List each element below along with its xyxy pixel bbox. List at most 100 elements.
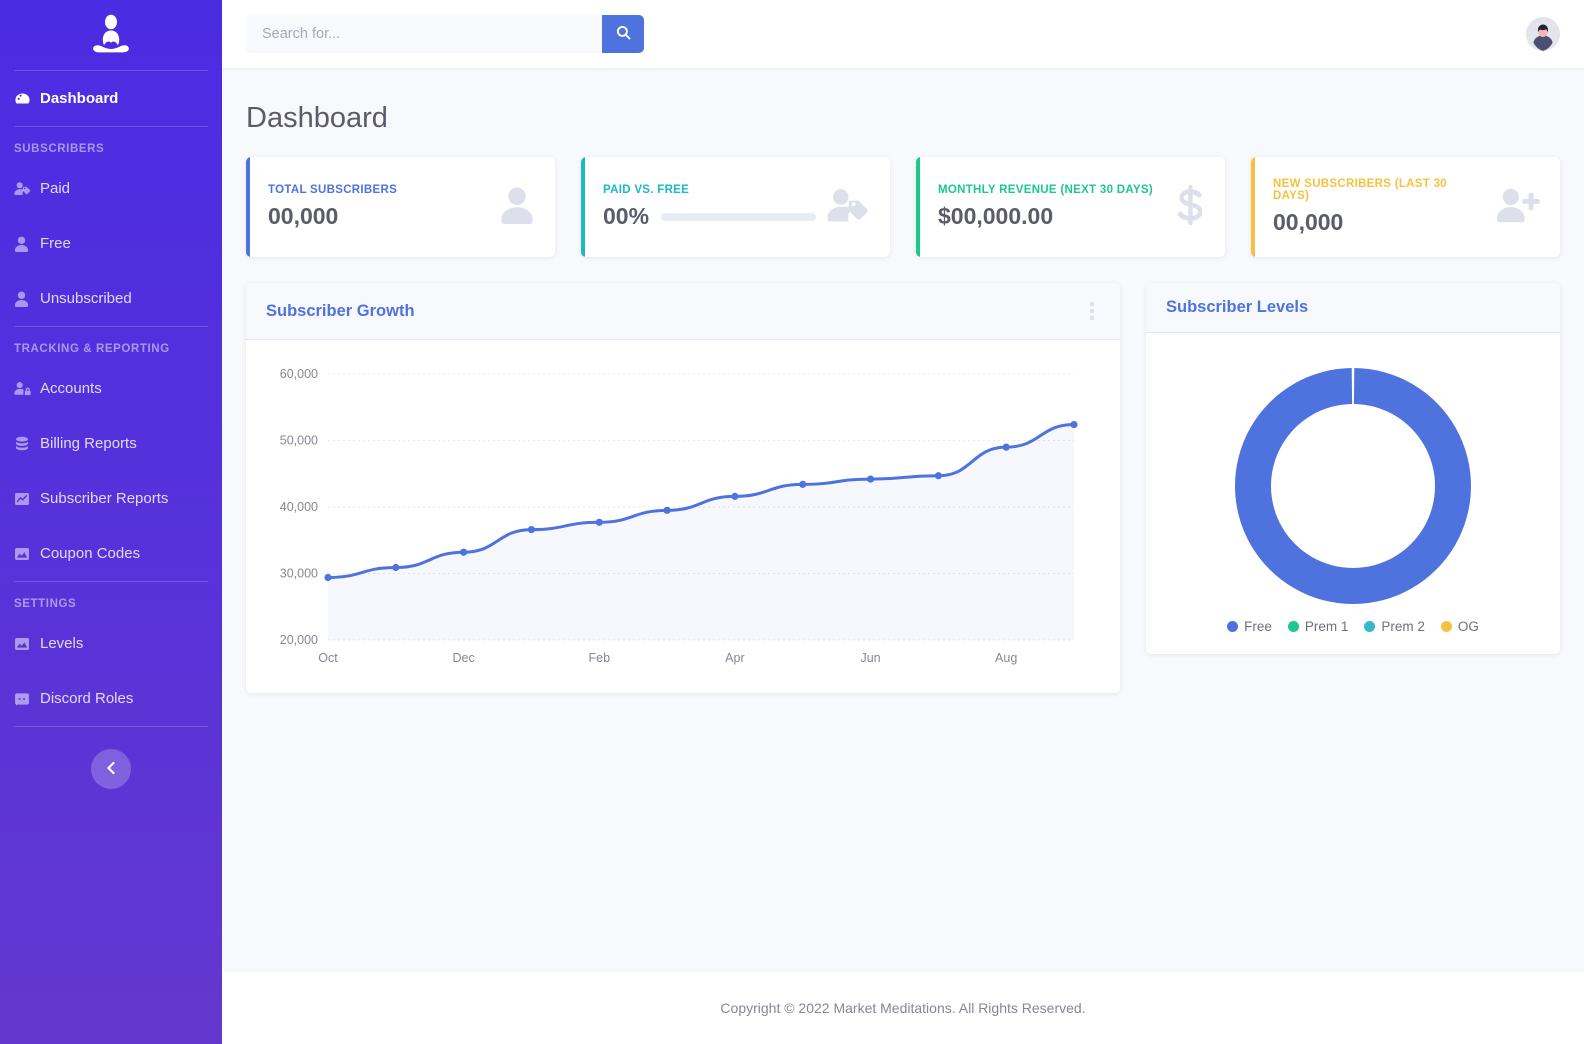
legend-label: Prem 2 [1381,619,1425,634]
svg-text:Jun: Jun [860,651,880,665]
sidebar-collapse-area [0,727,222,789]
subscriber-growth-card: Subscriber Growth 20,000 30,000 40,000 50,0… [246,283,1120,693]
search-input[interactable] [246,15,602,53]
stat-value: 00,000 [268,203,489,230]
svg-text:Dec: Dec [453,651,475,665]
chevron-left-icon [105,761,117,778]
sidebar-item-unsubscribed[interactable]: Unsubscribed [0,271,222,326]
topbar-right [1526,17,1560,51]
card-title: Subscriber Growth [266,301,415,320]
svg-text:20,000: 20,000 [280,633,318,647]
legend-color-dot [1287,621,1299,632]
user-tag-icon [14,181,40,196]
sidebar-item-coupon-codes[interactable]: Coupon Codes [0,526,222,581]
card-title: Subscriber Levels [1166,298,1309,316]
sidebar-item-label: Free [40,235,71,252]
stat-cards-row: TOTAL SUBSCRIBERS 00,000 PAID VS. FREE 0… [246,157,1560,257]
user-tag-icon [816,187,870,228]
topbar [222,0,1584,68]
legend-label: OG [1457,619,1479,634]
stat-accent-bar [581,157,585,257]
legend-item[interactable]: Prem 2 [1364,619,1425,634]
stat-accent-bar [246,157,250,257]
subscriber-levels-donut [1235,368,1471,604]
stat-number: 00,000 [268,203,339,229]
stat-card-body: MONTHLY REVENUE (NEXT 30 DAYS) $00,000.0… [916,184,1167,230]
brand-logo[interactable] [0,0,222,70]
meditating-figure-logo-icon [91,13,131,57]
legend-color-dot [1227,621,1239,632]
stat-value: 00,000 [1273,209,1486,236]
subscriber-levels-card: Subscriber Levels Free Prem 1 Prem 2 OG [1146,283,1560,654]
sidebar-heading-settings: SETTINGS [14,598,77,610]
legend-item[interactable]: OG [1440,619,1479,634]
sidebar-item-label: Accounts [40,380,102,397]
user-icon [14,236,40,252]
stat-card-body: TOTAL SUBSCRIBERS 00,000 [246,184,489,230]
sidebar-item-free[interactable]: Free [0,216,222,271]
stat-accent-bar [1251,157,1255,257]
user-icon [489,186,535,229]
card-body: Free Prem 1 Prem 2 OG [1146,333,1560,654]
chart-area-icon [14,546,40,562]
stat-card-body: PAID VS. FREE 00% [581,184,816,230]
stat-label: PAID VS. FREE [603,184,690,196]
user-lock-icon [14,381,40,396]
comment-icon [14,691,40,707]
stat-value: 00% [603,203,816,230]
sidebar-item-label: Levels [40,635,84,652]
svg-text:30,000: 30,000 [280,567,318,581]
stat-card-total-subscribers[interactable]: TOTAL SUBSCRIBERS 00,000 [246,157,555,257]
sidebar-item-label: Discord Roles [40,690,134,707]
card-header: Subscriber Growth [246,283,1120,340]
svg-text:Oct: Oct [318,651,338,665]
donut-chart-wrap [1166,349,1540,619]
subscriber-growth-chart: 20,000 30,000 40,000 50,000 60,000 Oct Dec Feb A… [280,367,1078,665]
sidebar-item-levels[interactable]: Levels [0,616,222,671]
sidebar-item-label: Coupon Codes [40,545,141,562]
sidebar-item-accounts[interactable]: Accounts [0,361,222,416]
sidebar-heading-tracking: TRACKING & REPORTING [14,343,170,355]
svg-text:60,000: 60,000 [280,367,318,381]
sidebar-item-billing-reports[interactable]: Billing Reports [0,416,222,471]
chart-area-icon [14,636,40,652]
stat-card-paid-vs-free[interactable]: PAID VS. FREE 00% [581,157,890,257]
stat-label: NEW SUBSCRIBERS (LAST 30 DAYS) [1273,178,1447,202]
search-button[interactable] [602,15,644,53]
legend-color-dot [1440,621,1452,632]
stat-card-new-subscribers[interactable]: NEW SUBSCRIBERS (LAST 30 DAYS) 00,000 [1251,157,1560,257]
sidebar-item-label: Subscriber Reports [40,490,169,507]
stat-accent-bar [916,157,920,257]
tachometer-icon [14,90,40,107]
sidebar-item-label: Billing Reports [40,435,137,452]
stat-card-body: NEW SUBSCRIBERS (LAST 30 DAYS) 00,000 [1251,178,1486,236]
main-area: Dashboard TOTAL SUBSCRIBERS 00,000 [222,0,1584,1044]
donut-legend: Free Prem 1 Prem 2 OG [1166,619,1540,640]
stat-card-monthly-revenue[interactable]: MONTHLY REVENUE (NEXT 30 DAYS) $00,000.0… [916,157,1225,257]
legend-item[interactable]: Prem 1 [1287,619,1349,634]
sidebar-heading-subscribers: SUBSCRIBERS [14,143,105,155]
paid-free-progress-bar [661,212,816,221]
legend-label: Prem 1 [1304,619,1349,634]
sidebar-item-label: Unsubscribed [40,290,132,307]
sidebar-item-subscriber-reports[interactable]: Subscriber Reports [0,471,222,526]
card-body: 20,000 30,000 40,000 50,000 60,000 Oct Dec Feb A… [246,340,1120,693]
sidebar-collapse-button[interactable] [91,749,131,789]
sidebar-item-dashboard[interactable]: Dashboard [0,71,222,126]
footer: Copyright © 2022 Market Meditations. All… [222,972,1584,1044]
dollar-sign-icon [1167,184,1205,230]
legend-label: Free [1244,619,1272,634]
legend-item[interactable]: Free [1227,619,1272,634]
charts-row: Subscriber Growth 20,000 30,000 40,000 50,0… [246,283,1560,693]
search-icon [616,25,631,43]
sidebar-item-paid[interactable]: Paid [0,161,222,216]
stat-number: 00,000 [1273,209,1344,235]
ellipsis-vertical-icon[interactable] [1084,298,1100,324]
avatar[interactable] [1526,17,1560,51]
dashboard-app: Dashboard SUBSCRIBERS Paid Free Unsubscr… [0,0,1584,1044]
stat-value: $00,000.00 [938,203,1167,230]
user-plus-icon [1486,187,1540,228]
stat-number: $00,000.00 [938,203,1054,229]
stat-label: MONTHLY REVENUE (NEXT 30 DAYS) [938,184,1153,196]
sidebar-item-discord-roles[interactable]: Discord Roles [0,671,222,726]
